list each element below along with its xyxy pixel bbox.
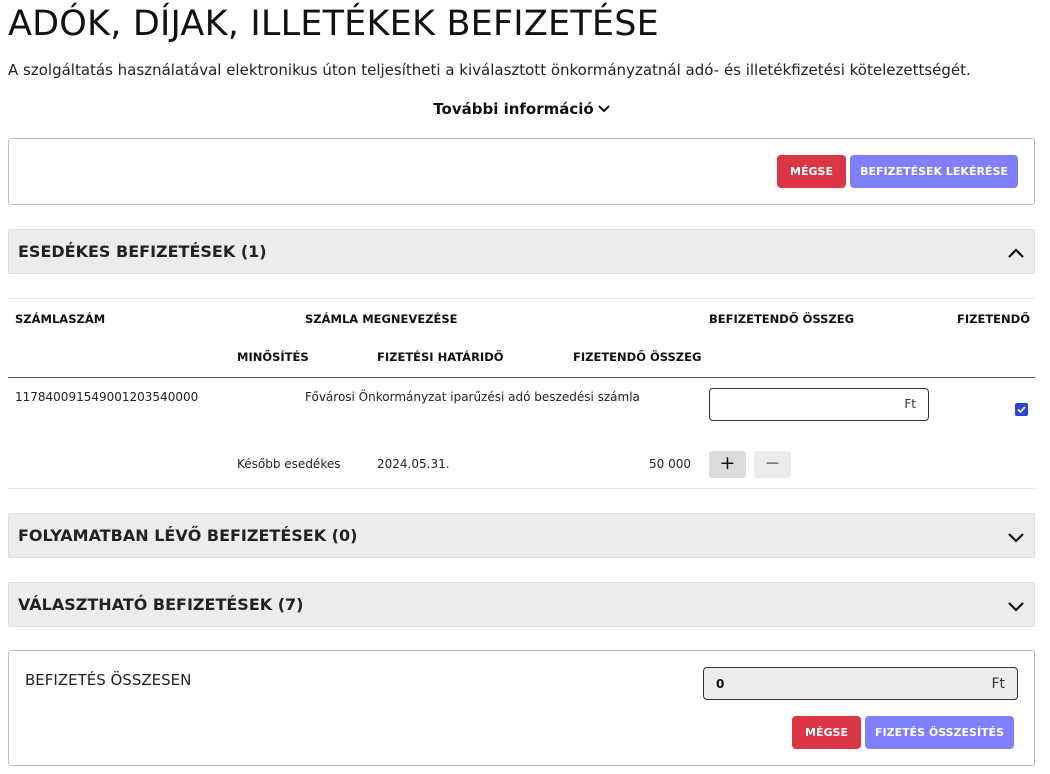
row-account-name: Fővárosi Önkormányzat iparűzési adó besz… bbox=[305, 390, 640, 404]
payable-checkbox[interactable] bbox=[1015, 403, 1028, 416]
col-header-deadline: FIZETÉSI HATÁRIDŐ bbox=[377, 350, 504, 364]
col-header-payable-amount: FIZETENDŐ ÖSSZEG bbox=[573, 350, 702, 364]
amount-input[interactable]: Ft bbox=[709, 388, 929, 421]
chevron-down-icon bbox=[598, 99, 610, 117]
chevron-up-icon[interactable] bbox=[1007, 244, 1025, 263]
decrease-button[interactable]: − bbox=[754, 451, 791, 478]
col-header-account-name: SZÁMLA MEGNEVEZÉSE bbox=[305, 312, 458, 326]
col-header-classification: MINŐSÍTÉS bbox=[237, 350, 309, 364]
col-header-account-number: SZÁMLASZÁM bbox=[15, 312, 106, 326]
page-subtitle: A szolgáltatás használatával elektroniku… bbox=[8, 61, 971, 79]
total-amount-value: 0 bbox=[716, 677, 725, 691]
total-amount-unit: Ft bbox=[991, 676, 1005, 692]
chevron-down-icon[interactable] bbox=[1007, 528, 1025, 547]
row-account-number: 11784009154900120354000​0 bbox=[15, 390, 199, 404]
bottom-cancel-button[interactable]: MÉGSE bbox=[792, 716, 861, 749]
col-header-payable: FIZETENDŐ bbox=[957, 312, 1030, 326]
increase-button[interactable]: + bbox=[709, 451, 746, 478]
row-payable-amount: 50 000 bbox=[649, 457, 691, 471]
total-amount-field: 0 Ft bbox=[703, 667, 1018, 700]
payment-summary-button[interactable]: FIZETÉS ÖSSZESÍTÉS bbox=[865, 716, 1014, 749]
fetch-payments-button[interactable]: BEFIZETÉSEK LEKÉRÉSE bbox=[850, 155, 1018, 188]
checkmark-icon bbox=[1017, 406, 1026, 414]
in-progress-payments-label: FOLYAMATBAN LÉVŐ BEFIZETÉSEK (0) bbox=[18, 526, 358, 545]
row-classification: Később esedékes bbox=[237, 457, 341, 471]
chevron-down-icon[interactable] bbox=[1007, 597, 1025, 616]
total-label: BEFIZETÉS ÖSSZESEN bbox=[25, 671, 192, 689]
due-payments-label: ESEDÉKES BEFIZETÉSEK (1) bbox=[18, 242, 267, 261]
more-info-label: További információ bbox=[433, 100, 594, 118]
table-header-divider bbox=[8, 377, 1035, 378]
selectable-payments-accordion[interactable]: VÁLASZTHATÓ BEFIZETÉSEK (7) bbox=[8, 582, 1035, 627]
row-deadline: 2024.05.31. bbox=[377, 457, 450, 471]
table-top-divider bbox=[8, 298, 1035, 299]
due-payments-accordion[interactable]: ESEDÉKES BEFIZETÉSEK (1) bbox=[8, 229, 1035, 274]
top-cancel-button[interactable]: MÉGSE bbox=[777, 155, 846, 188]
col-header-amount-to-pay: BEFIZETENDŐ ÖSSZEG bbox=[709, 312, 855, 326]
table-bottom-divider bbox=[8, 488, 1035, 489]
in-progress-payments-accordion[interactable]: FOLYAMATBAN LÉVŐ BEFIZETÉSEK (0) bbox=[8, 513, 1035, 558]
amount-unit: Ft bbox=[904, 397, 916, 411]
more-info-toggle[interactable]: További információ bbox=[0, 100, 1043, 118]
selectable-payments-label: VÁLASZTHATÓ BEFIZETÉSEK (7) bbox=[18, 595, 304, 614]
page-title: ADÓK, DÍJAK, ILLETÉKEK BEFIZETÉSE bbox=[8, 4, 659, 44]
